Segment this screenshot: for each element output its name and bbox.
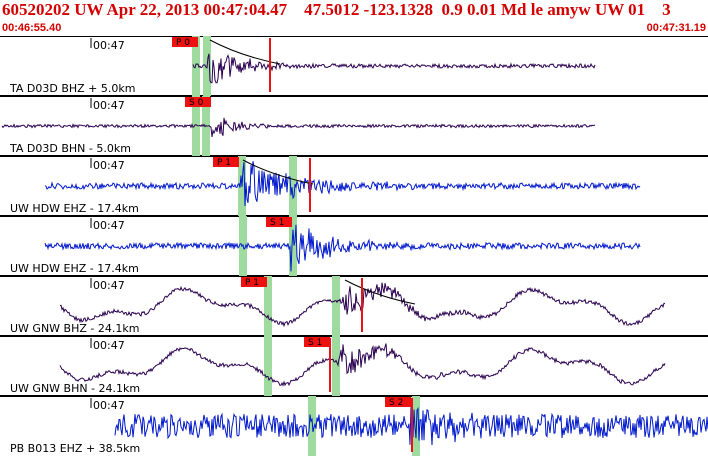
pick-flag[interactable]: P 0 [172,37,198,48]
pick-flag[interactable]: P 1 [241,277,267,288]
pick-flag[interactable]: S 1 [266,217,292,228]
end-time: 00:47:31.19 [646,22,706,34]
row-time-label: 00:47 [93,219,125,232]
row-time-label: 00:47 [93,279,125,292]
row-time-label: 00:47 [93,339,125,352]
trace-row[interactable]: S 0 00:47 TA D03D BHN - 5.0km [0,96,708,157]
pick-flag[interactable]: S 1 [304,337,330,348]
waveform [1,117,596,137]
row-time-label: 00:47 [93,39,125,52]
trace-row[interactable]: S 1 00:47 UW GNW BHN - 24.1km [0,336,708,397]
pick-window [332,336,340,396]
station-label: UW GNW BHN - 24.1km [10,382,140,395]
station-label: TA D03D BHN - 5.0km [9,142,131,155]
trace-row[interactable]: P 1 00:47 UW GNW BHZ - 24.1km [0,276,708,337]
pick-flag[interactable]: P 1 [213,157,239,168]
pick-label: S 1 [270,218,284,228]
waveform [44,161,641,207]
trace-row[interactable]: S 1 00:47 UW HDW EHZ - 17.4km [0,216,708,277]
station-label: TA D03D BHZ + 5.0km [9,82,135,95]
event-title: 60520202 UW Apr 22, 2013 00:47:04.47 47.… [2,0,671,19]
pick-label: S 0 [189,98,204,108]
pick-window [264,336,272,396]
pick-label: S 2 [389,398,403,408]
row-time-label: 00:47 [93,99,125,112]
pick-label: P 0 [176,38,190,48]
pick-window [332,276,340,336]
pick-flag[interactable]: S 0 [185,97,211,108]
trace-row[interactable]: P 1 00:47 UW HDW EHZ - 17.4km [0,156,708,217]
row-time-label: 00:47 [93,399,125,412]
seismogram-panel[interactable]: P 0 00:47 TA D03D BHZ + 5.0km S 0 00:47 TA D0… [0,36,708,458]
waveform [59,343,666,387]
pick-label: S 1 [308,338,322,348]
event-title-bar: 60520202 UW Apr 22, 2013 00:47:04.47 47.… [0,0,708,22]
row-time-label: 00:47 [93,159,125,172]
station-label: UW HDW EHZ - 17.4km [10,202,139,215]
waveform [192,53,596,84]
pick-label: P 1 [245,278,259,288]
start-time: 00:46:55.40 [2,22,62,34]
station-label: UW HDW EHZ - 17.4km [10,262,139,275]
trace-row[interactable]: P 0 00:47 TA D03D BHZ + 5.0km [0,36,708,97]
pick-label: P 1 [217,158,231,168]
trace-row[interactable]: S 2 00:47 PB B013 EHZ + 38.5km [10,396,708,456]
time-range-row: 00:46:55.40 00:47:31.19 [0,22,708,37]
station-label: UW GNW BHZ - 24.1km [10,322,139,335]
pick-flag[interactable]: S 2 [385,397,411,408]
station-label: PB B013 EHZ + 38.5km [10,442,140,455]
